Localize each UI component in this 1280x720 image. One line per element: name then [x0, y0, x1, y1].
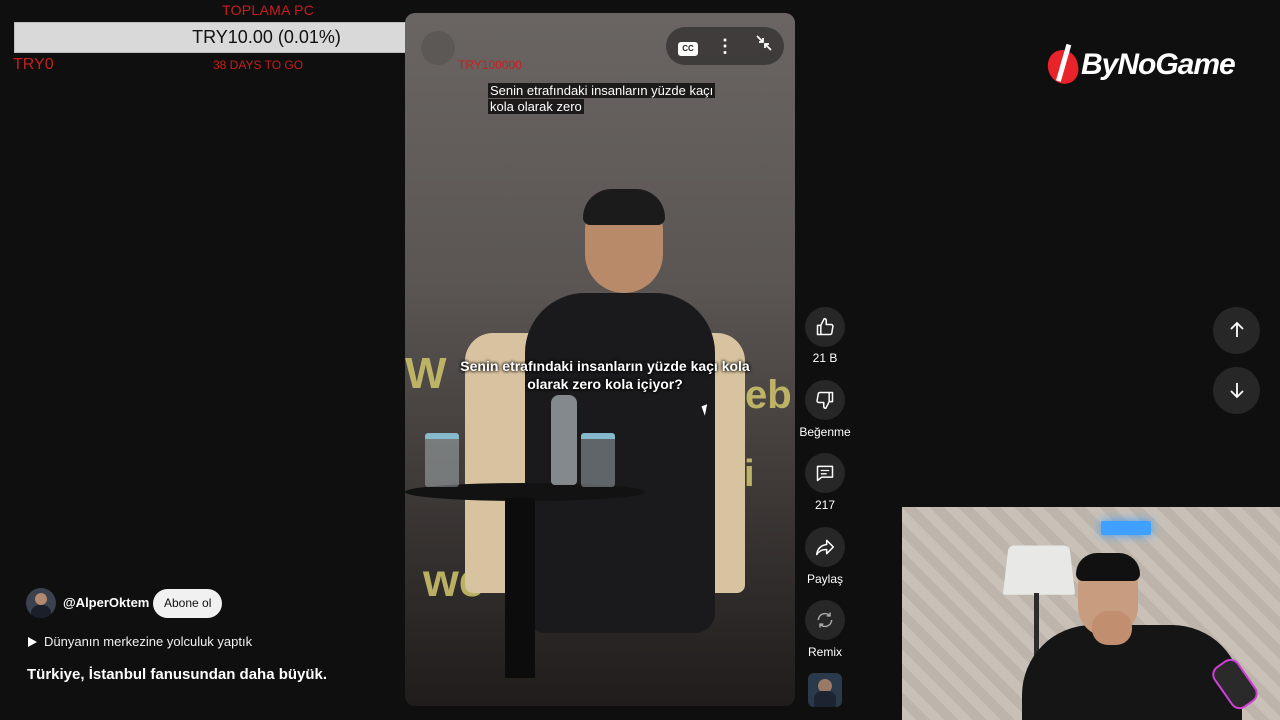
dislike-button[interactable] [805, 380, 845, 420]
share-icon [815, 539, 835, 556]
dislike-label: Beğenme [799, 425, 851, 439]
donation-current: TRY0 [13, 56, 54, 73]
share-button[interactable] [805, 527, 845, 567]
donation-days-left: 38 DAYS TO GO [213, 58, 304, 72]
playlist-link[interactable]: Dünyanın merkezine yolculuk yaptık [28, 634, 252, 649]
more-vertical-icon[interactable]: ⋮ [713, 34, 737, 58]
thumbs-down-icon [816, 391, 834, 410]
video-controls-pill: CC ⋮ [666, 27, 784, 65]
closed-caption-text: Senin etrafındaki insanların yüzde kaçı … [488, 83, 716, 114]
water-glass [425, 433, 459, 487]
sponsor-logo: ByNoGame [1044, 47, 1248, 88]
previous-video-button[interactable] [1213, 307, 1260, 354]
sound-thumbnail[interactable] [808, 673, 842, 707]
playlist-label: Dünyanın merkezine yolculuk yaptık [44, 634, 253, 649]
streamer-hair [1076, 553, 1140, 581]
donation-target: TRY100000 [458, 58, 522, 72]
arrow-down-icon [1229, 383, 1244, 399]
remix-label: Remix [807, 645, 842, 659]
burned-in-subtitle: Senin etrafındaki insanların yüzde kaçı … [460, 358, 750, 392]
arrow-up-icon [1229, 321, 1244, 337]
streamer-body [1022, 625, 1242, 720]
short-video-player[interactable]: W eb we zi Senin etrafındaki insanların … [405, 13, 795, 706]
video-title: Türkiye, İstanbul fanusundan daha büyük. [27, 666, 328, 683]
sponsor-mark-icon [1044, 47, 1082, 87]
led-light [1101, 521, 1151, 535]
webcam-overlay [902, 507, 1280, 720]
backdrop-logo-text: W [405, 349, 447, 398]
comment-count: 217 [814, 498, 836, 512]
donation-goal-title: TOPLAMA PC [222, 2, 315, 18]
remix-button[interactable] [805, 600, 845, 640]
side-table-stem [505, 498, 535, 678]
lamp-shade [1002, 545, 1076, 595]
channel-avatar[interactable] [26, 588, 56, 618]
exit-fullscreen-icon[interactable] [752, 34, 776, 58]
channel-handle[interactable]: @AlperOktem [63, 595, 149, 610]
remix-icon [817, 612, 833, 628]
share-label: Paylaş [806, 572, 844, 586]
comments-button[interactable] [805, 453, 845, 493]
overlay-avatar [421, 31, 455, 65]
thumbs-up-icon [816, 317, 834, 336]
like-button[interactable] [805, 307, 845, 347]
sponsor-name: ByNoGame [1081, 48, 1236, 81]
water-glass [581, 433, 615, 487]
speaker-hair [583, 189, 665, 225]
like-count: 21 B [812, 351, 838, 365]
closed-captions-icon[interactable]: CC [676, 34, 700, 58]
comment-icon [816, 465, 834, 482]
water-bottle [551, 395, 577, 485]
subscribe-button[interactable]: Abone ol [153, 589, 223, 618]
next-video-button[interactable] [1213, 367, 1260, 414]
streamer-hand [1092, 611, 1132, 645]
play-icon [28, 637, 37, 647]
